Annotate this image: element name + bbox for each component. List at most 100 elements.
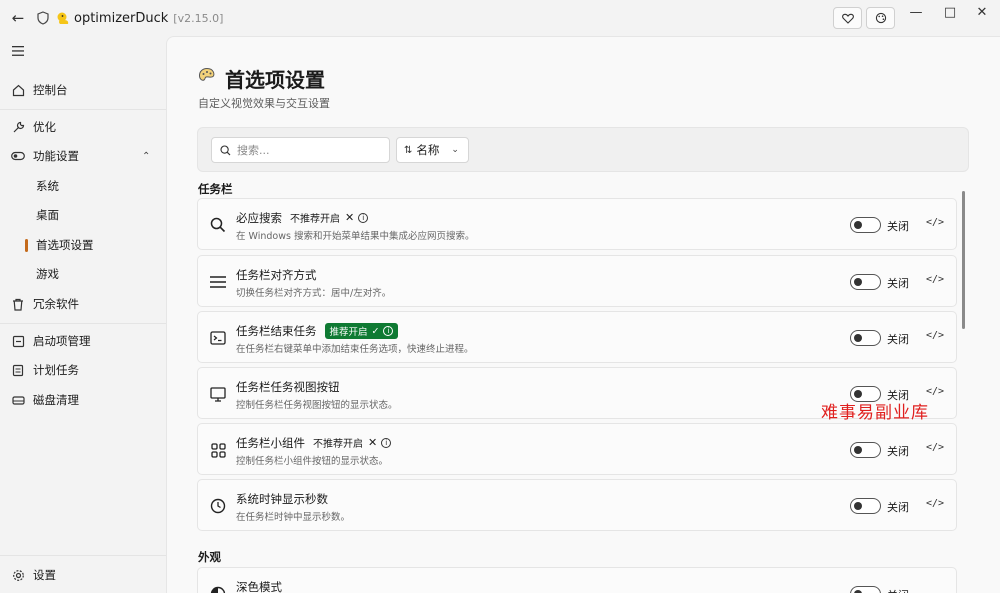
sidebar-item-label: 游戏 [36, 267, 59, 281]
sidebar-item-tasks[interactable]: 计划任务 [0, 356, 166, 384]
sidebar-item-preferences[interactable]: 首选项设置 [0, 231, 166, 259]
page-subtitle: 自定义视觉效果与交互设置 [198, 97, 330, 110]
code-icon[interactable]: </> [926, 217, 944, 228]
setting-card: 深色模式 关闭 [197, 567, 957, 593]
sidebar-item-label: 设置 [33, 568, 56, 582]
chevron-up-icon[interactable]: ⌃ [142, 151, 150, 162]
chevron-down-icon: ⌄ [451, 145, 459, 155]
sidebar-item-settings[interactable]: 设置 [0, 561, 166, 589]
setting-title: 深色模式 [236, 580, 282, 593]
scrollbar[interactable] [962, 191, 965, 329]
clock-icon [209, 497, 227, 515]
x-icon: ✕ [368, 436, 378, 449]
sidebar-item-bloatware[interactable]: 冗余软件 [0, 290, 166, 318]
setting-card: 必应搜索 不推荐开启 ✕ i 在 Windows 搜索和开始菜单结果中集成必应网页搜索… [197, 198, 957, 250]
setting-title: 任务栏结束任务 推荐开启 ✓ i [236, 323, 399, 339]
info-icon: i [381, 437, 392, 448]
sidebar-item-features[interactable]: 功能设置 ⌃ [0, 142, 166, 170]
setting-description: 在任务栏右键菜单中添加结束任务选项，快速终止进程。 [236, 344, 474, 355]
sidebar-item-desktop[interactable]: 桌面 [0, 201, 166, 229]
align-icon [209, 273, 227, 291]
back-arrow-icon[interactable]: ← [9, 9, 27, 27]
toggle-state-label: 关闭 [887, 445, 909, 458]
page-title: 首选项设置 [225, 68, 325, 92]
favorite-button[interactable] [833, 7, 862, 29]
sidebar-item-dashboard[interactable]: 控制台 [0, 76, 166, 104]
trash-icon [11, 297, 25, 311]
terminal-icon [209, 329, 227, 347]
maximize-button[interactable]: □ [932, 0, 968, 24]
theme-button[interactable] [866, 7, 895, 29]
divider [0, 555, 166, 556]
sidebar-item-label: 功能设置 [33, 149, 79, 163]
code-icon[interactable]: </> [926, 498, 944, 509]
setting-card: 任务栏对齐方式 切换任务栏对齐方式：居中/左对齐。 关闭 </> [197, 255, 957, 307]
task-icon [11, 363, 25, 377]
not-recommended-tag: 不推荐开启 ✕ i [313, 435, 392, 450]
setting-toggle[interactable] [850, 274, 881, 290]
sidebar-item-label: 磁盘清理 [33, 393, 79, 407]
sort-dropdown[interactable]: ⇅ 名称 ⌄ [396, 137, 469, 163]
startup-icon [11, 334, 25, 348]
wrench-icon [11, 120, 25, 134]
sidebar-item-label: 首选项设置 [36, 238, 94, 252]
setting-title: 必应搜索 不推荐开启 ✕ i [236, 210, 369, 226]
search-input[interactable] [237, 143, 387, 157]
sidebar-item-system[interactable]: 系统 [0, 172, 166, 200]
setting-card: 系统时钟显示秒数 在任务栏时钟中显示秒数。 关闭 </> [197, 479, 957, 531]
info-icon: i [358, 212, 369, 223]
main-content: 首选项设置 自定义视觉效果与交互设置 ⇅ 名称 ⌄ 任务栏 必应搜索不推荐开启✕… [166, 36, 1000, 593]
gear-icon [11, 568, 25, 582]
sidebar-item-games[interactable]: 游戏 [0, 260, 166, 288]
app-version: [v2.15.0] [173, 11, 224, 25]
toggle-state-label: 关闭 [887, 220, 909, 233]
search-icon [220, 144, 231, 155]
code-icon[interactable]: </> [926, 442, 944, 453]
toggle-state-label: 关闭 [887, 333, 909, 346]
section-title-appearance: 外观 [198, 550, 221, 564]
sidebar-item-disk-cleanup[interactable]: 磁盘清理 [0, 386, 166, 414]
setting-title: 任务栏任务视图按钮 [236, 380, 340, 394]
sidebar-item-label: 桌面 [36, 208, 59, 222]
contrast-icon [209, 585, 227, 593]
code-icon[interactable]: </> [926, 386, 944, 397]
setting-toggle[interactable] [850, 330, 881, 346]
setting-description: 在 Windows 搜索和开始菜单结果中集成必应网页搜索。 [236, 231, 475, 242]
setting-description: 控制任务栏小组件按钮的显示状态。 [236, 456, 389, 467]
toggle-state-label: 关闭 [887, 277, 909, 290]
setting-toggle[interactable] [850, 586, 881, 593]
sidebar-item-optimize[interactable]: 优化 [0, 113, 166, 141]
heart-icon [841, 13, 854, 24]
toggle-state-label: 关闭 [887, 501, 909, 514]
search-box[interactable] [211, 137, 390, 163]
setting-toggle[interactable] [850, 442, 881, 458]
close-button[interactable]: ✕ [964, 0, 1000, 24]
disk-icon [11, 393, 25, 407]
shield-icon [37, 11, 49, 25]
minimize-button[interactable]: — [898, 0, 934, 24]
sidebar-item-label: 控制台 [33, 83, 68, 97]
sidebar-item-label: 系统 [36, 179, 59, 193]
code-icon[interactable]: </> [926, 274, 944, 285]
sidebar-item-label: 启动项管理 [33, 334, 91, 348]
setting-card: 任务栏小组件 不推荐开启 ✕ i 控制任务栏小组件按钮的显示状态。 关闭 </> [197, 423, 957, 475]
search-icon [209, 216, 227, 234]
recommended-tag: 推荐开启 ✓ i [324, 323, 399, 339]
setting-toggle[interactable] [850, 498, 881, 514]
divider [0, 109, 166, 110]
widgets-icon [209, 441, 227, 459]
code-icon[interactable]: </> [926, 330, 944, 341]
hamburger-menu-icon[interactable] [11, 45, 25, 57]
not-recommended-tag: 不推荐开启 ✕ i [290, 210, 369, 225]
toggle-state-label: 关闭 [887, 587, 909, 593]
sort-icon: ⇅ [404, 144, 413, 156]
palette-icon [198, 67, 215, 81]
sidebar-item-label: 冗余软件 [33, 297, 79, 311]
setting-title: 任务栏对齐方式 [236, 268, 317, 282]
setting-title: 系统时钟显示秒数 [236, 492, 328, 506]
setting-description: 在任务栏时钟中显示秒数。 [236, 512, 351, 523]
sidebar-item-startup[interactable]: 启动项管理 [0, 327, 166, 355]
x-icon: ✕ [345, 211, 355, 224]
setting-card: 任务栏结束任务 推荐开启 ✓ i 在任务栏右键菜单中添加结束任务选项，快速终止进程。 … [197, 311, 957, 363]
setting-toggle[interactable] [850, 217, 881, 233]
